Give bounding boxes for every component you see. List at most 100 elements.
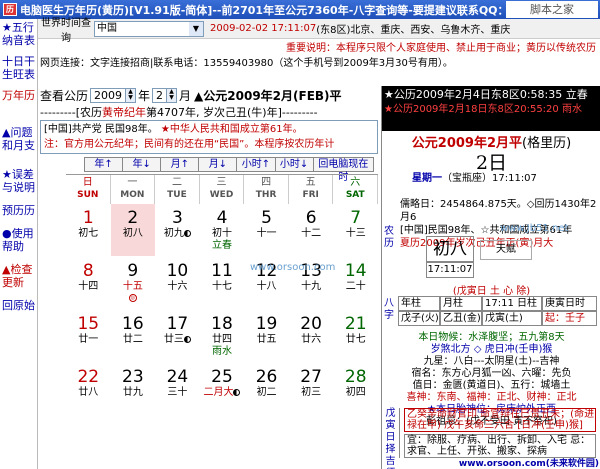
lunar-date: 廿六: [289, 334, 334, 346]
lunar-date: 二月大: [200, 387, 245, 399]
day-number: 9: [127, 261, 139, 281]
detail-week-label: 星期一: [412, 173, 442, 184]
weekday-en: FRI: [302, 190, 319, 200]
lunar-date-text: 十三: [345, 228, 366, 239]
calendar-day-cell[interactable]: 18 廿四 雨水: [200, 310, 245, 362]
day-number: 15: [77, 314, 100, 334]
sidebar-item-wenti[interactable]: ▲问题和月支: [0, 124, 37, 154]
calendar-day-cell[interactable]: 26 初二: [244, 363, 289, 415]
calendar-day-cell[interactable]: 10 十六: [155, 257, 200, 309]
world-clock: 2009-02-02 17:11:07: [210, 23, 317, 34]
window-title: 电脑医生万年历(黄历)[V1.91版-简体]--前2701年至公元7360年-八…: [20, 3, 525, 17]
month-up-button[interactable]: 月↑: [161, 158, 200, 171]
weekday-zh: 三: [216, 177, 227, 188]
solar-term-1: ★公历2009年2月4日东8区0:58:35 立春: [382, 86, 600, 103]
sidebar-item-reset[interactable]: 回原始: [0, 297, 37, 314]
lunar-date-text: 二月大: [203, 387, 234, 398]
calendar-day-cell[interactable]: 23 廿九: [111, 363, 156, 415]
calendar-day-cell[interactable]: 22 廿八: [66, 363, 111, 415]
calendar-day-cell[interactable]: 14 二十: [333, 257, 378, 309]
bazi-table: 八字 年柱 月柱 17:11 日柱 庚寅日时 戊子(火) 乙丑(金) 戊寅(土)…: [382, 296, 600, 330]
sidebar-item-update[interactable]: ▲检查更新: [0, 261, 37, 291]
year-down-icon[interactable]: ▼: [126, 94, 135, 101]
month-down-button[interactable]: 月↓: [199, 158, 238, 171]
calendar-day-cell[interactable]: 28 初四: [333, 363, 378, 415]
notice-line: 重要说明：本程序只限个人家庭使用、禁止用于商业；黄历以传统农历: [38, 39, 600, 53]
lunar-date-text: 初三: [301, 387, 322, 398]
sidebar-item-wucha[interactable]: ★误差与说明: [0, 166, 37, 196]
lunar-date: 廿五: [244, 334, 289, 346]
sidebar-item-yuli[interactable]: 预历历: [0, 202, 37, 219]
calendar-day-cell[interactable]: 15 廿一: [66, 310, 111, 362]
calendar-day-cell[interactable]: 11 十七: [200, 257, 245, 309]
footer-site[interactable]: www.orsoon.com(未来软件园): [382, 459, 600, 469]
calendar-day-cell[interactable]: 9 十五 ◎: [111, 257, 156, 309]
year-value[interactable]: 2009: [91, 89, 125, 102]
back-to-now-button[interactable]: 回电脑现在时: [313, 158, 374, 183]
weekday-en: WED: [209, 190, 234, 200]
month-value[interactable]: 2: [153, 89, 166, 102]
hour-down-button[interactable]: 小时↓: [275, 158, 314, 171]
weekday-zh: 一: [127, 177, 138, 188]
year-down-button[interactable]: 年↓: [123, 158, 162, 171]
weekday-zh: 四: [261, 177, 272, 188]
calendar-day-cell[interactable]: 24 三十: [155, 363, 200, 415]
info-line1-a: [中国]共产党 民国98年。: [44, 124, 158, 135]
calendar-day-cell[interactable]: 4 初十 立春: [200, 204, 245, 256]
info-line1-b: ★中华人民共和国成立第61年。: [160, 124, 303, 135]
moon-phase-icon: [183, 335, 191, 343]
hour-up-button[interactable]: 小时↑: [237, 158, 276, 171]
calendar-day-cell[interactable]: 20 廿六: [289, 310, 334, 362]
lunar-date: 廿九: [111, 387, 156, 399]
calendar-day-cell[interactable]: 17 廿三: [155, 310, 200, 362]
weekday-zh: 日: [82, 177, 93, 188]
watermark-orsoon: www.orsoon.com: [250, 262, 336, 273]
month-stepper[interactable]: 2 ▲ ▼: [152, 87, 178, 103]
sidebar-item-nayin[interactable]: ★五行纳音表: [0, 19, 37, 49]
city-select[interactable]: 中国 ▼: [94, 20, 204, 37]
lunar-date-text: 十七: [211, 281, 232, 292]
lunar-date-text: 二十: [345, 281, 366, 292]
bazi-day-col: 17:11 日柱: [482, 296, 542, 311]
calendar-day-cell[interactable]: 8 十四: [66, 257, 111, 309]
calendar-day-cell[interactable]: 5 十一: [244, 204, 289, 256]
promo-link-line[interactable]: 网页连接：文字连接招商|联系电话：13559403980（这个手机号到2009年…: [38, 54, 600, 69]
sidebar-item-shengwang[interactable]: 十日干生旺表: [0, 53, 37, 83]
full-moon-icon: ◎: [128, 294, 137, 302]
lunar-date: 二十: [333, 281, 378, 293]
lunar-date-text: 廿八: [78, 387, 99, 398]
calendar-day-cell[interactable]: 1 初七: [66, 204, 111, 256]
sidebar-item-help[interactable]: ●使用帮助: [0, 225, 37, 255]
lunar-date-text: 十五: [122, 281, 143, 292]
calendar-day-cell[interactable]: 2 初八: [110, 204, 156, 256]
day-number: 19: [255, 314, 278, 334]
detail-line: 九星：八白---太阴星(土)--吉神: [423, 356, 560, 367]
lunar-date-text: 廿三: [163, 334, 184, 345]
calendar-day-cell[interactable]: 21 廿七: [333, 310, 378, 362]
day-number: 3: [172, 208, 183, 228]
lunar-date-text: 十一: [256, 228, 277, 239]
weekday-sun: 日 SUN: [66, 175, 111, 204]
yiji-section: 戊寅日择吉须知 乙癸辛命财官印 命宜辩在巳贵丑未；(命进禄在甲) 戊午亥命三六合…: [382, 408, 600, 469]
day-number: 28: [344, 367, 367, 387]
chevron-down-icon[interactable]: ▼: [189, 21, 203, 36]
calendar-day-cell[interactable]: 3 初九: [155, 204, 200, 256]
detail-week-extra: （宝瓶座）17:11:07: [442, 173, 537, 184]
calendar-day-cell[interactable]: 7 十三: [333, 204, 378, 256]
calendar-day-cell[interactable]: 16 廿二: [111, 310, 156, 362]
calendar-day-cell[interactable]: 19 廿五: [244, 310, 289, 362]
year-stepper[interactable]: 2009 ▲ ▼: [90, 87, 137, 103]
solar-term-2: ★公历2009年2月18日东8区20:55:20 雨水: [382, 103, 600, 131]
detail-line: 宿名：东方心月狐一凶、六曜：先负: [411, 368, 572, 379]
sidebar-item-wannianli[interactable]: 万年历: [0, 87, 37, 104]
calendar-day-cell[interactable]: 25 二月大: [200, 363, 245, 415]
day-number: 20: [300, 314, 322, 334]
lunar-date-text: 廿九: [122, 387, 143, 398]
calendar-day-cell[interactable]: 6 十二: [289, 204, 334, 256]
year-up-button[interactable]: 年↑: [85, 158, 124, 171]
weekday-header: 日 SUN 一 MON 二 TUE 三 WED 四 THR 五 FRI 六 SAT: [66, 174, 379, 204]
month-down-icon[interactable]: ▼: [167, 94, 176, 101]
calendar-day-cell[interactable]: 27 初三: [289, 363, 334, 415]
app-icon: 历: [3, 3, 17, 16]
year-suffix: 年: [138, 88, 151, 103]
